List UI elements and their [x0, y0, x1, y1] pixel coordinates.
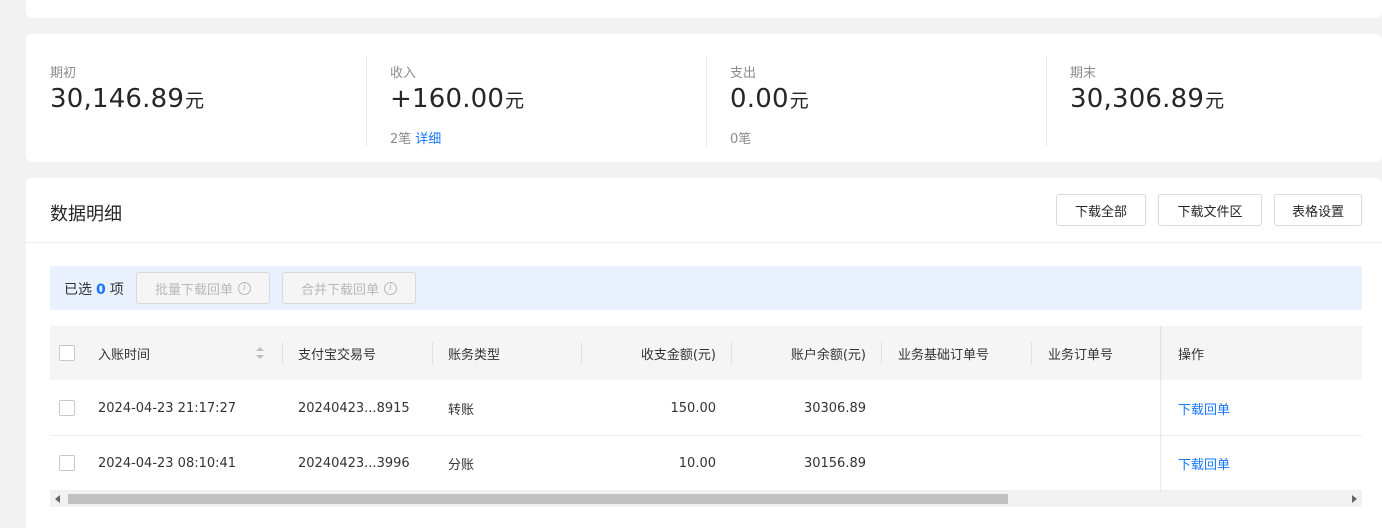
download-area-button[interactable]: 下载文件区	[1158, 194, 1262, 226]
cell-amount: 10.00	[678, 455, 716, 471]
batch-download-label: 批量下载回单	[154, 282, 233, 298]
row-checkbox[interactable]	[59, 400, 75, 416]
scroll-right-arrow-icon[interactable]	[1352, 495, 1357, 503]
summary-card: 期初 30,146.89元 收入 +160.00元 2笔 详细 支出 0.00元 …	[26, 34, 1382, 162]
cell-type: 转账	[448, 402, 475, 418]
column-separator	[432, 342, 433, 364]
stat-income: 收入 +160.00元 2笔 详细	[390, 56, 690, 147]
stat-expense-count: 0笔	[730, 132, 752, 147]
table-header: 入账时间 支付宝交易号 账务类型 收支金额(元) 账户余额(元) 业务基础订单号…	[50, 326, 1362, 380]
table-settings-button[interactable]: 表格设置	[1274, 194, 1362, 226]
stat-income-unit: 元	[505, 90, 525, 112]
cell-time: 2024-04-23 08:10:41	[98, 455, 237, 471]
cell-trade-no: 20240423...3996	[298, 455, 410, 471]
batch-download-button[interactable]: 批量下载回单 i	[136, 272, 270, 304]
stat-opening-amount: 30,146.89	[50, 84, 185, 114]
column-header: 支付宝交易号	[298, 347, 377, 363]
cell-time: 2024-04-23 21:17:27	[98, 400, 237, 416]
detail-title: 数据明细	[50, 204, 122, 225]
cell-balance: 30306.89	[803, 400, 866, 416]
download-receipt-link[interactable]: 下载回单	[1178, 381, 1230, 435]
stat-income-sub: 2笔 详细	[390, 128, 441, 147]
stat-expense-label: 支出	[730, 66, 757, 81]
merge-download-label: 合并下载回单	[300, 282, 379, 298]
stat-closing: 期末 30,306.89元	[1070, 56, 1370, 146]
merge-download-button[interactable]: 合并下载回单 i	[282, 272, 416, 304]
column-header: 业务基础订单号	[898, 347, 990, 363]
stat-closing-unit: 元	[1205, 90, 1225, 112]
info-icon: i	[238, 281, 251, 295]
stat-closing-value: 30,306.89元	[1070, 84, 1224, 114]
download-receipt-link[interactable]: 下载回单	[1178, 436, 1230, 490]
selection-prefix: 已选	[64, 282, 92, 298]
stat-opening: 期初 30,146.89元	[50, 56, 350, 146]
column-header: 业务订单号	[1048, 347, 1114, 363]
row-checkbox[interactable]	[59, 455, 75, 471]
row-checkbox-cell	[50, 381, 84, 435]
horizontal-scrollbar[interactable]	[50, 491, 1362, 507]
column-separator	[1031, 342, 1032, 364]
selection-bar: 已选 0 项 批量下载回单 i 合并下载回单 i	[50, 266, 1362, 310]
sort-icon[interactable]	[256, 347, 264, 359]
select-all-checkbox[interactable]	[59, 345, 75, 361]
selection-suffix: 项	[109, 282, 124, 298]
column-header: 账户余额(元)	[790, 347, 866, 363]
stat-expense-unit: 元	[789, 90, 809, 112]
stat-expense-value: 0.00元	[730, 84, 809, 114]
selection-count-text: 已选 0 项	[64, 279, 124, 299]
fixed-column-shadow	[1160, 326, 1162, 491]
stat-divider	[366, 56, 367, 146]
table-row: 2024-04-23 21:17:27 20240423...8915 转账 1…	[50, 381, 1362, 436]
row-checkbox-cell	[50, 436, 84, 490]
table-row: 2024-04-23 08:10:41 20240423...3996 分账 1…	[50, 436, 1362, 491]
column-separator	[731, 342, 732, 364]
download-all-button[interactable]: 下载全部	[1056, 194, 1146, 226]
detail-card: 数据明细 下载全部 下载文件区 表格设置 已选 0 项 批量下载回单 i 合并下载回…	[26, 178, 1382, 528]
scroll-thumb[interactable]	[68, 494, 1008, 504]
stat-expense: 支出 0.00元 0笔	[730, 56, 1030, 147]
stat-divider	[706, 56, 707, 146]
info-icon: i	[384, 281, 397, 295]
stat-closing-label: 期末	[1070, 66, 1097, 81]
stat-income-value: +160.00元	[390, 84, 524, 114]
stat-opening-label: 期初	[50, 66, 77, 81]
header-divider	[26, 242, 1382, 243]
column-separator	[282, 342, 283, 364]
cell-trade-no: 20240423...8915	[298, 400, 410, 416]
cell-balance: 30156.89	[803, 455, 866, 471]
column-separator	[581, 342, 582, 364]
column-header[interactable]: 入账时间	[98, 326, 150, 380]
stat-opening-unit: 元	[185, 90, 205, 112]
data-table: 入账时间 支付宝交易号 账务类型 收支金额(元) 账户余额(元) 业务基础订单号…	[50, 326, 1362, 491]
column-header: 账务类型	[448, 347, 501, 363]
stat-income-amount: +160.00	[390, 84, 505, 114]
stat-income-label: 收入	[390, 66, 417, 81]
column-header: 收支金额(元)	[640, 347, 716, 363]
cell-amount: 150.00	[670, 400, 717, 416]
stat-closing-amount: 30,306.89	[1070, 84, 1205, 114]
selection-count: 0	[96, 282, 106, 298]
cell-type: 分账	[448, 457, 475, 473]
stat-expense-amount: 0.00	[730, 84, 789, 114]
income-detail-link[interactable]: 详细	[415, 132, 441, 147]
top-card	[26, 0, 1382, 18]
stat-divider	[1046, 56, 1047, 146]
stat-opening-value: 30,146.89元	[50, 84, 204, 114]
column-header: 操作	[1178, 347, 1205, 363]
stat-income-count: 2笔	[390, 132, 412, 147]
scroll-left-arrow-icon[interactable]	[55, 495, 60, 503]
column-separator	[881, 342, 882, 364]
header-checkbox-cell	[50, 326, 84, 380]
